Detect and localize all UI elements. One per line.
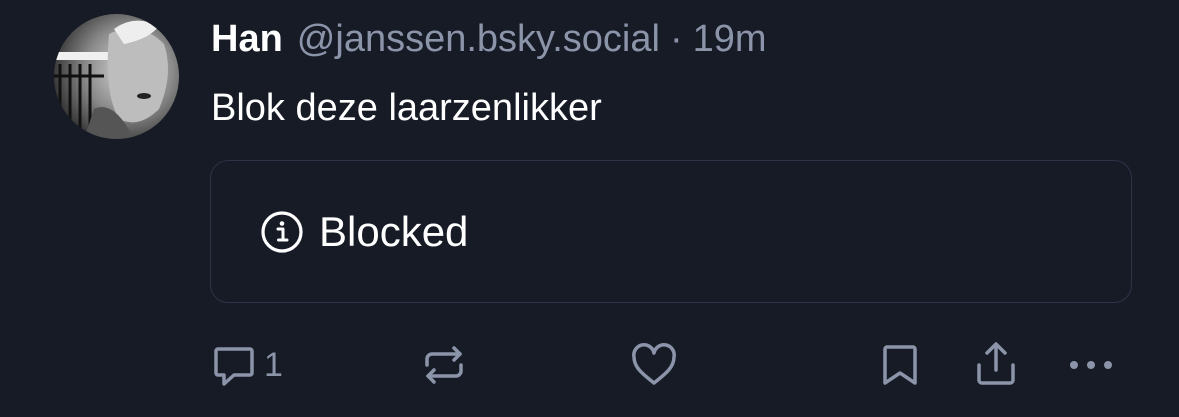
reply-button[interactable]: 1 — [210, 340, 283, 390]
repost-button[interactable] — [420, 341, 468, 389]
like-icon — [632, 343, 676, 385]
post-timestamp[interactable]: 19m — [693, 16, 767, 62]
author-name[interactable]: Han — [211, 16, 283, 62]
blocked-label: Blocked — [319, 207, 469, 255]
header-separator: · — [669, 18, 683, 60]
post-header: Han @janssen.bsky.social · 19m — [211, 16, 767, 62]
post-text: Blok deze laarzenlikker — [211, 87, 602, 129]
more-icon — [1070, 361, 1112, 369]
reply-icon — [214, 347, 254, 386]
more-button[interactable] — [1066, 352, 1116, 378]
blocked-embed-content: Blocked — [259, 161, 468, 302]
reply-count: 1 — [264, 345, 283, 384]
blocked-embed[interactable]: Blocked — [210, 160, 1132, 303]
info-icon — [261, 210, 303, 253]
author-handle[interactable]: @janssen.bsky.social — [297, 16, 660, 62]
share-button[interactable] — [972, 339, 1020, 389]
avatar-image — [54, 14, 179, 139]
bookmark-button[interactable] — [878, 341, 922, 389]
avatar[interactable] — [54, 14, 179, 139]
like-button[interactable] — [630, 342, 678, 388]
bookmark-icon — [883, 345, 917, 385]
share-icon — [977, 342, 1015, 385]
repost-icon — [425, 346, 463, 384]
